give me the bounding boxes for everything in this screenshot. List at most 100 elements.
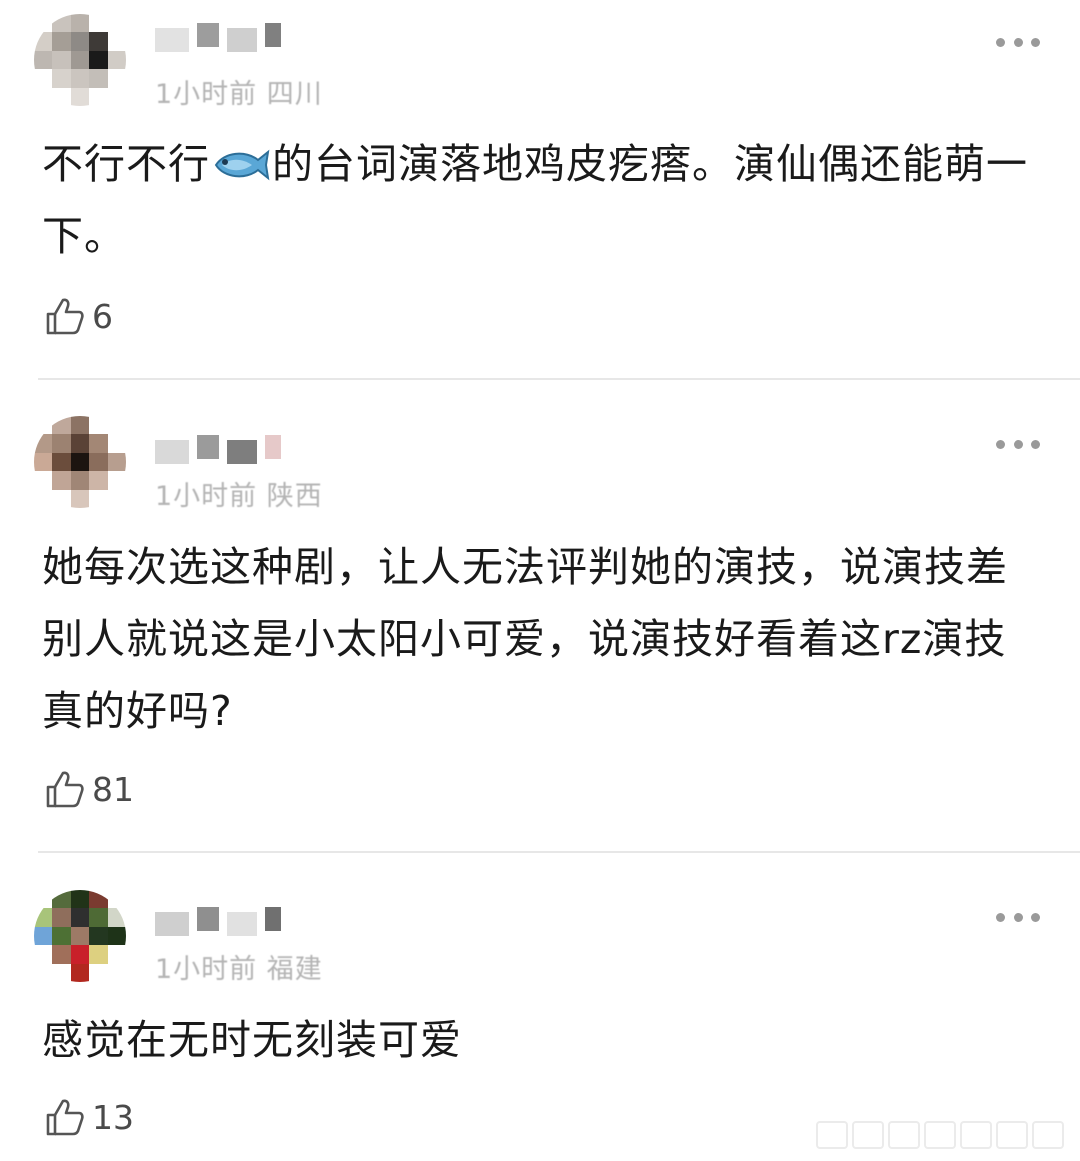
avatar-pixel (89, 471, 108, 490)
comment-time: 1小时前 (155, 954, 258, 985)
avatar-pixel (89, 50, 108, 70)
avatar-pixel (52, 32, 71, 51)
like-count: 13 (92, 1097, 134, 1137)
avatar-pixel (107, 890, 126, 909)
avatar-pixel (70, 69, 90, 88)
comment-location: 四川 (266, 79, 323, 110)
avatar-pixel (89, 963, 108, 982)
like-count: 81 (92, 769, 134, 809)
username-pixel (197, 23, 219, 47)
avatar-pixel (70, 452, 90, 472)
thumbs-up-icon (46, 298, 84, 335)
avatar-pixel (52, 489, 71, 508)
avatar-pixel (52, 434, 71, 453)
username-pixel (265, 23, 281, 47)
avatar-pixel (70, 908, 90, 927)
avatar[interactable] (34, 14, 126, 106)
username-pixel (265, 435, 281, 459)
avatar-pixel (89, 945, 108, 964)
avatar-pixel (52, 50, 71, 70)
avatar-pixel (34, 32, 53, 51)
avatar-pixel (70, 87, 90, 106)
comment-location: 陕西 (266, 481, 323, 512)
avatar-pixel (107, 945, 126, 964)
avatar-pixel (89, 416, 108, 435)
avatar-pixel (52, 963, 71, 982)
more-options-icon[interactable] (996, 438, 1040, 450)
divider (38, 378, 1080, 380)
comment-location: 福建 (266, 954, 323, 985)
like-button[interactable]: 13 (44, 1096, 134, 1138)
avatar-pixel (89, 69, 108, 88)
avatar-pixel (34, 963, 53, 982)
avatar-pixel (89, 87, 108, 106)
avatar-pixel (52, 87, 71, 106)
avatar-pixel (34, 416, 53, 435)
avatar-pixel (52, 471, 71, 490)
avatar-pixel (107, 14, 126, 33)
avatar[interactable] (34, 890, 126, 982)
comment-text: 她每次选这种剧，让人无法评判她的演技，说演技差别人就说这是小太阳小可爱，说演技好… (42, 543, 1008, 735)
avatar-pixel (52, 14, 71, 33)
avatar-pixel (34, 926, 53, 946)
username-pixel (155, 28, 189, 52)
avatar-pixel (52, 945, 71, 964)
avatar-pixel (70, 926, 90, 946)
avatar-pixel (70, 945, 90, 964)
avatar-pixel (52, 416, 71, 435)
avatar-pixel (34, 452, 53, 472)
avatar-pixel (70, 963, 90, 982)
avatar-pixel (52, 926, 71, 946)
fish-icon (214, 149, 270, 181)
thumbs-up-icon (46, 771, 84, 808)
comment-time: 1小时前 (155, 481, 258, 512)
avatar[interactable] (34, 416, 126, 508)
avatar-pixel (52, 69, 71, 88)
username-blurred[interactable] (155, 900, 281, 938)
username-pixel (265, 907, 281, 931)
avatar-pixel (107, 908, 126, 927)
comment-meta: 1小时前 四川 (155, 72, 323, 111)
avatar-pixel (70, 14, 90, 33)
avatar-pixel (34, 69, 53, 88)
comment-time: 1小时前 (155, 79, 258, 110)
username-pixel (155, 440, 189, 464)
avatar-pixel (89, 908, 108, 927)
username-pixel (227, 440, 257, 464)
avatar-pixel (89, 926, 108, 946)
username-pixel (197, 435, 219, 459)
username-pixel (155, 912, 189, 936)
username-blurred[interactable] (155, 16, 281, 54)
comment-meta: 1小时前 福建 (155, 947, 323, 986)
comment-text-part1: 不行不行 (42, 140, 210, 188)
username-pixel (227, 912, 257, 936)
avatar-pixel (52, 908, 71, 927)
avatar-pixel (34, 471, 53, 490)
more-options-icon[interactable] (996, 36, 1040, 48)
avatar-pixel (89, 489, 108, 508)
avatar-pixel (107, 32, 126, 51)
avatar-pixel (34, 50, 53, 70)
avatar-pixel (107, 926, 126, 946)
avatar-pixel (34, 434, 53, 453)
avatar-pixel (107, 489, 126, 508)
username-pixel (197, 907, 219, 931)
avatar-pixel (70, 471, 90, 490)
thumbs-up-icon (46, 1099, 84, 1136)
avatar-pixel (70, 32, 90, 51)
avatar-pixel (107, 434, 126, 453)
comment-text: 感觉在无时无刻装可爱 (42, 1016, 462, 1064)
like-button[interactable]: 81 (44, 768, 134, 810)
avatar-pixel (34, 14, 53, 33)
avatar-pixel (107, 452, 126, 472)
like-button[interactable]: 6 (44, 295, 113, 337)
avatar-pixel (70, 890, 90, 909)
avatar-pixel (107, 87, 126, 106)
avatar-pixel (70, 434, 90, 453)
avatar-pixel (89, 32, 108, 51)
avatar-pixel (34, 87, 53, 106)
avatar-pixel (89, 434, 108, 453)
avatar-pixel (89, 890, 108, 909)
more-options-icon[interactable] (996, 911, 1040, 923)
username-blurred[interactable] (155, 428, 281, 466)
